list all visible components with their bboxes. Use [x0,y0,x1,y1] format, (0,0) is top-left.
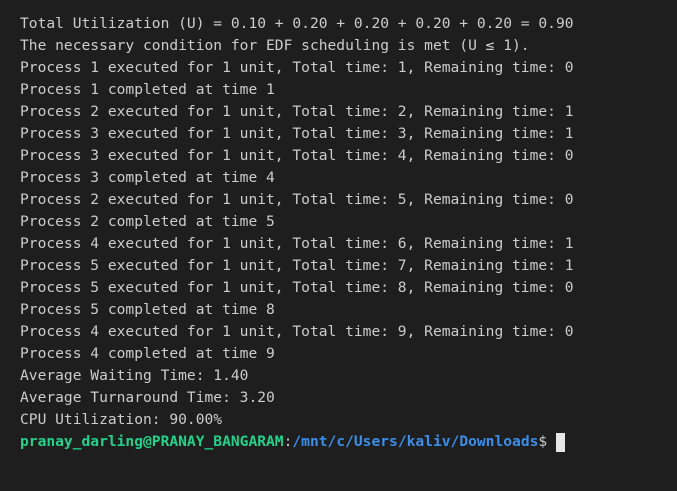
shell-prompt[interactable]: pranay_darling@PRANAY_BANGARAM:/mnt/c/Us… [20,431,677,453]
text-cursor[interactable] [556,432,566,452]
output-line: Process 5 executed for 1 unit, Total tim… [20,257,574,274]
output-line: Process 3 completed at time 4 [20,169,275,186]
output-line: Average Turnaround Time: 3.20 [20,389,275,406]
prompt-symbol: $ [538,433,548,450]
output-line: Process 5 completed at time 8 [20,301,275,318]
output-line: Process 1 executed for 1 unit, Total tim… [20,59,574,76]
output-line: Process 4 completed at time 9 [20,345,275,362]
output-line: Process 2 executed for 1 unit, Total tim… [20,191,574,208]
output-line: Average Waiting Time: 1.40 [20,367,249,384]
terminal-output[interactable]: Total Utilization (U) = 0.10 + 0.20 + 0.… [0,0,677,491]
output-line: The necessary condition for EDF scheduli… [20,37,530,54]
output-line: Process 4 executed for 1 unit, Total tim… [20,235,574,252]
output-line: Process 1 completed at time 1 [20,81,275,98]
prompt-separator: : [283,433,293,450]
prompt-user-host: pranay_darling@PRANAY_BANGARAM [20,433,284,450]
output-line: Total Utilization (U) = 0.10 + 0.20 + 0.… [20,15,574,32]
output-line: Process 3 executed for 1 unit, Total tim… [20,147,574,164]
prompt-path: /mnt/c/Users/kaliv/Downloads [292,433,539,450]
output-line: Process 2 executed for 1 unit, Total tim… [20,103,574,120]
output-line: CPU Utilization: 90.00% [20,411,223,428]
output-line: Process 5 executed for 1 unit, Total tim… [20,279,574,296]
output-lines: Total Utilization (U) = 0.10 + 0.20 + 0.… [20,13,677,431]
output-line: Process 3 executed for 1 unit, Total tim… [20,125,574,142]
output-line: Process 2 completed at time 5 [20,213,275,230]
output-line: Process 4 executed for 1 unit, Total tim… [20,323,574,340]
